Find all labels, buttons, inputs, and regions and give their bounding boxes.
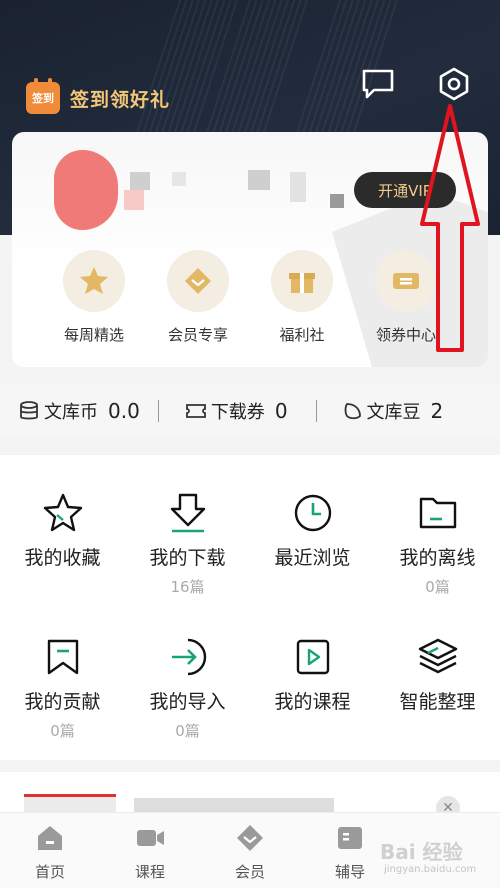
stat-label: 文库币 [44, 402, 98, 423]
blurred-username [290, 172, 306, 202]
ticket-icon [375, 250, 437, 312]
blurred-username [172, 172, 186, 186]
blurred-username [330, 194, 344, 208]
grid-item-favorites[interactable]: 我的收藏 [0, 491, 125, 576]
calendar-icon: 签到 [26, 78, 60, 114]
grid-item-label: 我的下载 [149, 547, 226, 569]
ticket-outline-icon [185, 404, 206, 418]
grid-item-downloads[interactable]: 我的下载 16篇 [125, 491, 250, 597]
blurred-username [130, 172, 150, 190]
play-square-icon [296, 639, 329, 675]
quick-link-weekly[interactable]: 每周精选 [44, 250, 144, 345]
stat-download-tickets[interactable]: 下载券 0 [185, 398, 288, 424]
grid-item-count: 0篇 [50, 722, 75, 740]
avatar[interactable] [54, 150, 144, 230]
tab-courses[interactable]: 课程 [100, 823, 200, 882]
stat-value: 0 [274, 399, 288, 423]
tab-label: 课程 [134, 863, 165, 881]
download-icon [170, 493, 205, 533]
divider [315, 400, 317, 422]
bookmark-icon [47, 639, 78, 675]
watermark: Bai 经验 [380, 840, 463, 864]
tab-label: 会员 [234, 863, 265, 881]
diamond-icon [237, 825, 263, 851]
settings-gear-icon[interactable] [436, 66, 472, 102]
quick-link-coupon[interactable]: 领券中心 [356, 250, 456, 345]
profile-card: 开通VIP 每周精选 会员专享 福利社 领券中心 [12, 132, 488, 367]
quick-link-label: 会员专享 [167, 326, 228, 344]
feature-grid: 我的收藏 我的下载 16篇 最近浏览 我的离线 0篇 我的贡献 0篇 我的导入 … [0, 455, 500, 760]
tab-home[interactable]: 首页 [0, 823, 100, 882]
grid-item-count: 0篇 [425, 578, 450, 596]
grid-item-smart-organize[interactable]: 智能整理 [375, 635, 500, 720]
stat-beans[interactable]: 文库豆 2 [343, 398, 444, 424]
signin-label: 签到领好礼 [70, 88, 171, 111]
chat-bubble-icon[interactable] [360, 66, 396, 102]
coin-stack-icon [20, 401, 38, 420]
quick-link-label: 福利社 [279, 326, 325, 344]
grid-item-label: 我的贡献 [24, 691, 101, 713]
grid-item-label: 我的收藏 [24, 547, 101, 569]
stat-value: 2 [430, 399, 444, 423]
home-icon [38, 826, 62, 850]
blurred-username [248, 170, 270, 190]
stats-bar: 文库币 0.0 下载券 0 文库豆 2 [0, 385, 500, 437]
diamond-heart-icon [167, 250, 229, 312]
grid-item-label: 最近浏览 [274, 547, 351, 569]
signin-entry[interactable]: 签到 签到领好礼 [26, 78, 171, 114]
watermark-url: jingyan.baidu.com [384, 864, 477, 875]
video-icon [137, 830, 164, 846]
open-vip-button[interactable]: 开通VIP [354, 172, 456, 208]
grid-item-label: 我的导入 [149, 691, 226, 713]
folder-icon [419, 497, 456, 529]
clock-icon [294, 494, 331, 532]
star-ribbon-icon [63, 250, 125, 312]
stat-coins[interactable]: 文库币 0.0 [18, 398, 140, 424]
grid-item-count: 16篇 [170, 578, 205, 596]
promo-title-placeholder [134, 798, 334, 812]
quick-links: 每周精选 会员专享 福利社 领券中心 [48, 250, 468, 350]
bean-icon [344, 403, 361, 420]
import-icon [171, 638, 206, 676]
grid-item-offline[interactable]: 我的离线 0篇 [375, 491, 500, 597]
divider [157, 400, 159, 422]
stat-label: 文库豆 [366, 402, 421, 423]
quick-link-member[interactable]: 会员专享 [148, 250, 248, 345]
tab-label: 首页 [34, 863, 65, 881]
book-icon [338, 827, 362, 849]
grid-item-count: 0篇 [175, 722, 200, 740]
grid-item-contributions[interactable]: 我的贡献 0篇 [0, 635, 125, 741]
grid-item-recent[interactable]: 最近浏览 [250, 491, 375, 576]
gift-icon [271, 250, 333, 312]
quick-link-welfare[interactable]: 福利社 [252, 250, 352, 345]
grid-item-imports[interactable]: 我的导入 0篇 [125, 635, 250, 741]
promo-card[interactable]: ✕ [0, 772, 500, 834]
stat-value: 0.0 [108, 399, 140, 423]
signin-badge-text: 签到 [32, 92, 54, 105]
tab-membership[interactable]: 会员 [200, 823, 300, 882]
grid-item-label: 智能整理 [399, 691, 476, 713]
star-outline-icon [43, 493, 82, 532]
layers-icon [418, 638, 457, 674]
grid-item-label: 我的离线 [399, 547, 476, 569]
stat-label: 下载券 [210, 402, 265, 423]
grid-item-courses[interactable]: 我的课程 [250, 635, 375, 720]
quick-link-label: 领券中心 [375, 326, 436, 344]
avatar-pixel [124, 190, 144, 210]
grid-item-label: 我的课程 [274, 691, 351, 713]
quick-link-label: 每周精选 [63, 326, 124, 344]
